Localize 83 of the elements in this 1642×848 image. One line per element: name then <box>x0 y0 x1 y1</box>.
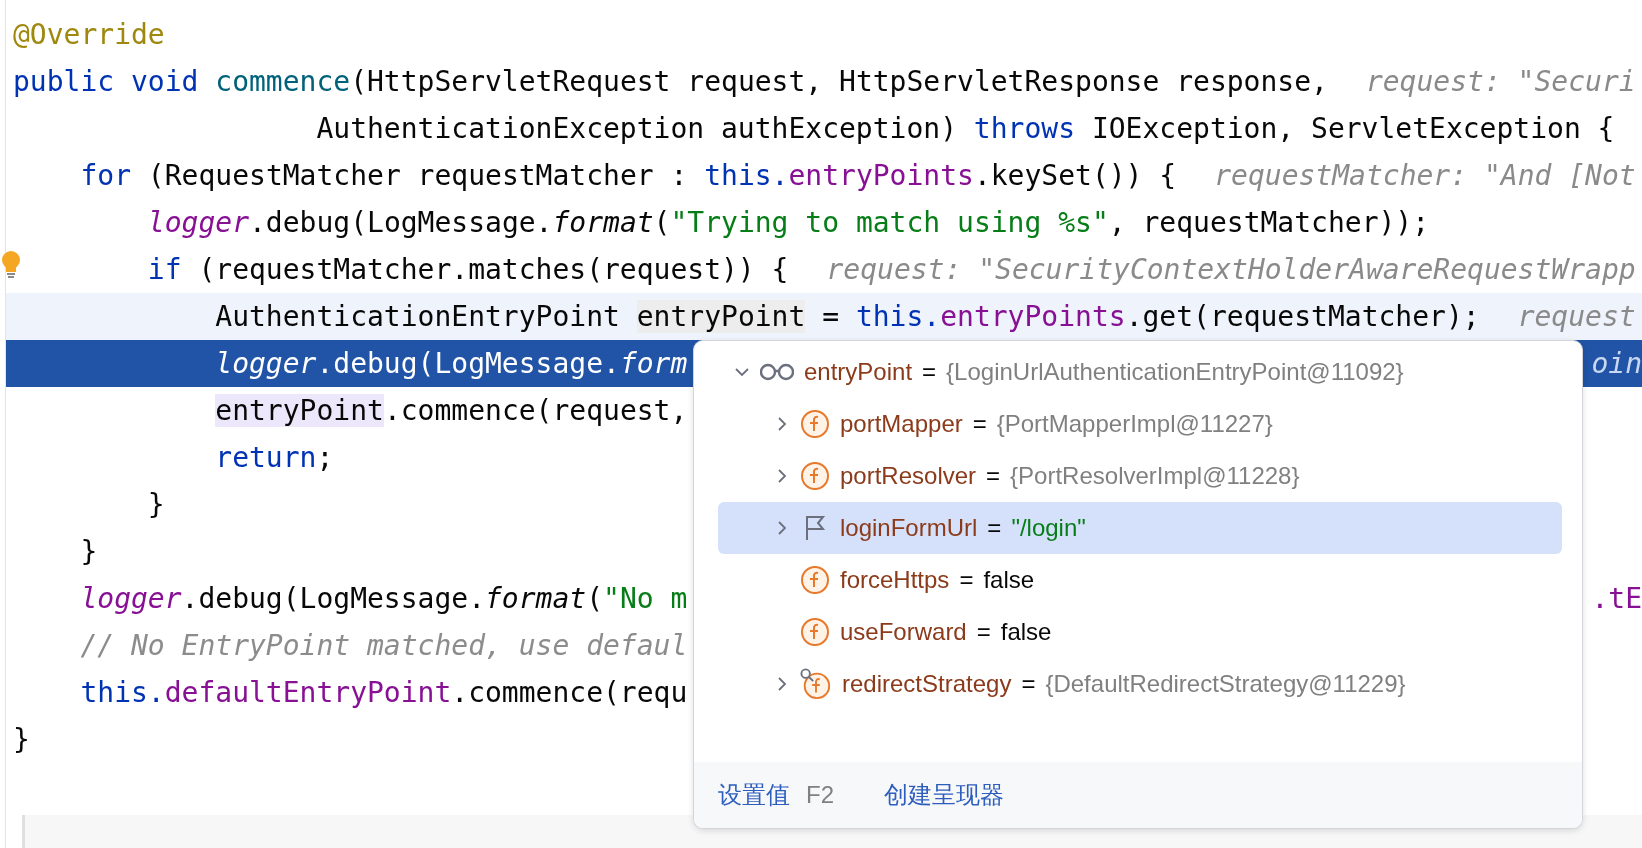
keyword: return <box>214 441 317 474</box>
keyword: this. <box>79 676 165 709</box>
code-text: .debug(LogMessage. <box>181 582 485 615</box>
field-icon <box>800 617 830 647</box>
equals-sign: = <box>959 566 974 594</box>
code-text: .commence(requ <box>451 676 688 709</box>
variable-usage: entryPoint <box>635 300 806 333</box>
variable-name: redirectStrategy <box>842 670 1012 698</box>
popup-link[interactable]: 设置值 <box>718 779 790 811</box>
code-text: } <box>146 488 165 521</box>
code-text: .commence(request, <box>383 394 688 427</box>
field-name: entryPoints <box>940 300 1126 333</box>
code-text: .get(requestMatcher); <box>1125 300 1480 333</box>
inline-value-hint: request: "Securi <box>1365 65 1636 98</box>
variable-name: portResolver <box>840 462 977 490</box>
selected-tree-row[interactable]: loginFormUrl = "/login" <box>718 502 1562 554</box>
variable-name: useForward <box>840 618 967 646</box>
equals-sign: = <box>922 358 937 386</box>
field-icon <box>800 409 830 439</box>
method-name: format <box>485 582 587 615</box>
variable-value: {PortMapperImpl@11227} <box>996 410 1273 438</box>
equals-sign: = <box>987 514 1002 542</box>
annotation: @Override <box>13 18 165 51</box>
method-name: form <box>619 347 688 380</box>
code-text: AuthenticationException authException) <box>315 112 957 145</box>
code-text: AuthenticationEntryPoint <box>214 300 620 333</box>
field-icon <box>800 668 832 700</box>
static-field: logger <box>13 206 249 239</box>
code-text: ( <box>586 582 604 615</box>
equals-sign: = <box>972 410 987 438</box>
code-text: IOException, ServletException { <box>1090 112 1615 145</box>
variable-usage: entryPoint <box>214 394 384 427</box>
code-text: ( <box>653 206 671 239</box>
keyword: if <box>146 253 182 286</box>
variable-name: forceHttps <box>840 566 950 594</box>
code-text: , requestMatcher)); <box>1108 206 1430 239</box>
variable-name: entryPoint <box>804 358 913 386</box>
code-text: (HttpServletRequest request, HttpServletResponse response, <box>350 65 1328 98</box>
code-text: } <box>13 723 30 756</box>
field-name: .tE <box>1591 582 1642 615</box>
static-field: logger <box>13 582 182 615</box>
code-comment: // No EntryPoint matched, use defaul <box>79 629 688 662</box>
keyword: this. <box>703 159 789 192</box>
inline-value-hint: request: "SecurityContextHolderAwareRequestWrapp <box>826 253 1636 286</box>
code-text: = <box>821 300 840 333</box>
string-literal: "Trying to match using %s" <box>670 206 1109 239</box>
code-text: } <box>79 535 98 568</box>
glasses-icon <box>760 362 794 382</box>
variable-name: portMapper <box>840 410 963 438</box>
keyword: this. <box>854 300 941 333</box>
code-text: ; <box>316 441 334 474</box>
code-text: (RequestMatcher requestMatcher : <box>146 159 688 192</box>
variable-value: {LoginUrlAuthenticationEntryPoint@11092} <box>946 358 1404 386</box>
variable-value: false <box>983 566 1035 594</box>
field-icon <box>800 461 830 491</box>
field-name: entryPoints <box>788 159 974 192</box>
method-name: commence <box>214 65 351 98</box>
variable-value: false <box>1000 618 1052 646</box>
keyword: throws <box>972 112 1076 145</box>
popup-link[interactable]: 创建呈现器 <box>884 779 1004 811</box>
equals-sign: = <box>976 618 991 646</box>
code-text: .debug(LogMessage. <box>249 206 553 239</box>
field-name: defaultEntryPoint <box>164 676 452 709</box>
method-name: format <box>552 206 654 239</box>
equals-sign: = <box>986 462 1001 490</box>
lightbulb-icon[interactable] <box>1 250 21 280</box>
code-text: .debug(LogMessage. <box>316 347 620 380</box>
inline-value-hint: request <box>1517 300 1636 333</box>
field-icon <box>800 565 830 595</box>
variable-value: {PortResolverImpl@11228} <box>1010 462 1300 490</box>
static-field: logger <box>13 347 317 380</box>
inline-value-hint: requestMatcher: "And [Not <box>1214 159 1636 192</box>
variable-value: "/login" <box>1011 514 1086 542</box>
variable-value: {DefaultRedirectStrategy@11229} <box>1045 670 1406 698</box>
equals-sign: = <box>1021 670 1036 698</box>
keyword: for <box>79 159 131 192</box>
shortcut-label: F2 <box>806 781 834 809</box>
inline-value-hint: oin <box>1591 347 1642 380</box>
string-literal: "No m <box>603 582 688 615</box>
keyword: public void <box>13 65 199 98</box>
code-text: (requestMatcher.matches(request)) { <box>197 253 789 286</box>
variable-name: loginFormUrl <box>840 514 978 542</box>
code-text: .keySet()) { <box>973 159 1177 192</box>
